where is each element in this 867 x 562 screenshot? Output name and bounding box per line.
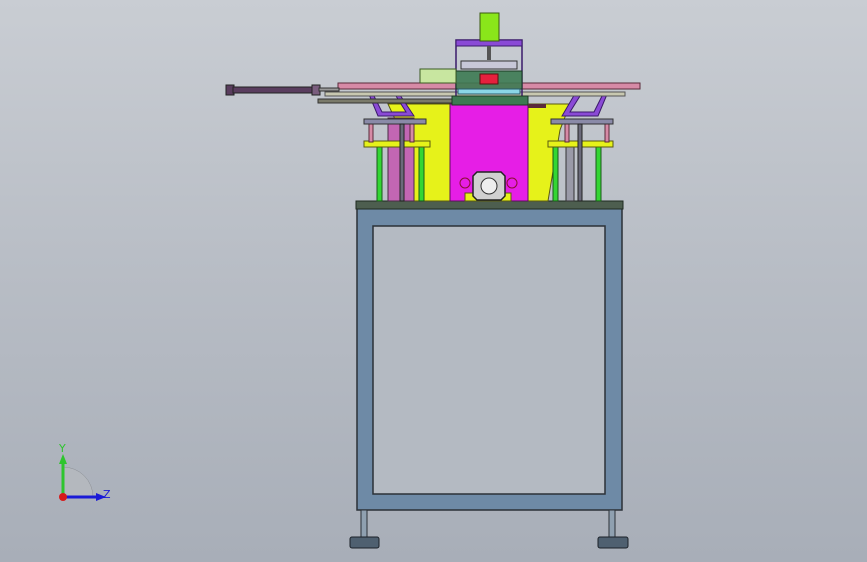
left-clamp-plate [363, 118, 427, 125]
z-axis-label: Z [103, 488, 111, 501]
actuator-stem [487, 46, 491, 60]
right-pink-rod-1 [564, 121, 570, 143]
left-green-post-1 [376, 145, 383, 202]
right-pink-rod-2 [604, 121, 610, 143]
right-vertical-rod [577, 123, 583, 202]
head-red-block-front [479, 73, 499, 85]
left-foot [349, 509, 380, 549]
left-vertical-rod [399, 123, 405, 202]
machine-model[interactable] [0, 0, 867, 562]
motor-shaft [480, 177, 498, 195]
left-pink-rod-1 [368, 121, 374, 143]
left-red-knob [459, 177, 471, 189]
push-rod-cylinder [225, 84, 340, 96]
right-red-knob [506, 177, 518, 189]
left-pink-rod-2 [409, 121, 415, 143]
frame-opening [372, 225, 606, 495]
head-slider [460, 60, 518, 70]
y-axis-label: Y [58, 442, 66, 455]
right-clamp-plate [550, 118, 614, 125]
triad-quadrant [62, 466, 94, 498]
axis-triad: Y Z [58, 442, 111, 501]
left-crossbar [363, 140, 431, 148]
right-foot [597, 509, 629, 549]
lower-rail [317, 98, 459, 104]
x-axis-dot [59, 493, 67, 501]
right-green-post-2 [595, 145, 602, 202]
right-mauve-block [565, 145, 575, 202]
left-green-post-2 [418, 145, 425, 202]
left-light-block [419, 68, 457, 84]
right-dark-slot [528, 104, 546, 108]
top-plate [355, 200, 624, 210]
lime-actuator [479, 12, 500, 42]
y-axis-arrow [59, 454, 67, 464]
cad-viewport[interactable]: Y Z [0, 0, 867, 562]
head-cyan-strip [457, 88, 521, 95]
head-base [451, 95, 529, 106]
right-green-post-1 [552, 145, 559, 202]
